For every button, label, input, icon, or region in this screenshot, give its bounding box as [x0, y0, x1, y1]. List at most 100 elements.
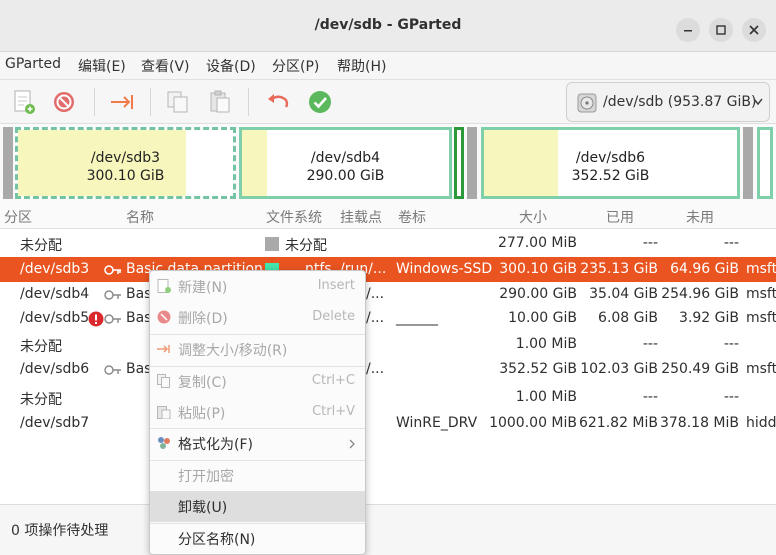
disk-map-unallocated[interactable] [743, 127, 753, 199]
disk-map-partition-sdb5[interactable] [454, 127, 464, 199]
partition-label: /dev/sdb4 290.00 GiB [306, 150, 385, 184]
cell-flags: msft [746, 261, 776, 277]
close-icon [749, 25, 759, 35]
cell-partition: /dev/sdb5 [20, 310, 90, 326]
table-row[interactable]: 未分配 未分配 277.00 MiB --- --- [0, 231, 776, 256]
context-menu: 新建(N) Insert 删除(D) Delete 调整大小/移动(R) 复制(… [149, 270, 366, 555]
menu-item-paste[interactable]: 粘贴(P) Ctrl+V [150, 397, 365, 428]
maximize-icon [716, 25, 726, 35]
resize-arrow-icon [157, 345, 170, 353]
title-bar: /dev/sdb - GParted [0, 0, 776, 52]
cell-partition: /dev/sdb4 [20, 286, 90, 302]
menu-view[interactable]: 查看(V) [141, 56, 190, 76]
column-header[interactable]: 分区 [4, 207, 32, 227]
cell-mountpoint: /... [366, 310, 385, 326]
delete-icon [54, 92, 74, 112]
table-row-selected[interactable]: /dev/sdb3 Basic data partition ntfs /run… [0, 257, 776, 282]
cell-unused: --- [723, 389, 739, 405]
maximize-button[interactable] [709, 18, 733, 42]
disk-map: /dev/sdb3 300.10 GiB /dev/sdb4 290.00 GiB … [0, 124, 776, 202]
menu-gparted[interactable]: GParted [5, 56, 61, 72]
toolbar-separator [150, 88, 151, 116]
cell-used: 621.82 MiB [578, 415, 658, 431]
cell-mountpoint: /... [366, 361, 385, 377]
column-header[interactable]: 文件系统 [266, 207, 322, 227]
menu-item-delete[interactable]: 删除(D) Delete [150, 302, 365, 333]
minimize-button[interactable] [676, 18, 700, 42]
table-header: 分区 名称 文件系统 挂载点 卷标 大小 已用 未用 [0, 202, 776, 229]
menu-help[interactable]: 帮助(H) [337, 56, 386, 76]
new-partition-button[interactable] [10, 88, 38, 116]
paste-icon [210, 90, 230, 113]
column-header[interactable]: 名称 [126, 207, 154, 227]
disk-map-partition-sdb3[interactable]: /dev/sdb3 300.10 GiB [15, 127, 236, 199]
device-selector[interactable]: /dev/sdb (953.87 GiB) [566, 82, 770, 122]
cell-flags: msft [746, 286, 776, 302]
new-document-icon [14, 90, 35, 114]
disk-map-partition-sdb4[interactable]: /dev/sdb4 290.00 GiB [239, 127, 452, 199]
table-row[interactable]: /dev/sdb4 Bas /... 290.00 GiB 35.04 GiB … [0, 282, 776, 307]
menu-item-open-encryption[interactable]: 打开加密 [150, 460, 365, 491]
undo-button[interactable] [264, 88, 292, 116]
cell-unused: 250.49 GiB [661, 361, 739, 377]
key-icon [104, 265, 121, 275]
menu-item-format-as[interactable]: 格式化为(F) [150, 428, 365, 459]
cell-flags: msft [746, 310, 776, 326]
cell-flags: msft [746, 361, 776, 377]
toolbar: /dev/sdb (953.87 GiB) [0, 80, 776, 124]
key-icon [104, 290, 121, 300]
menu-device[interactable]: 设备(D) [206, 56, 256, 76]
column-header[interactable]: 已用 [606, 207, 634, 227]
menu-item-resize-move[interactable]: 调整大小/移动(R) [150, 334, 365, 365]
disk-map-partition-sdb6[interactable]: /dev/sdb6 352.52 GiB [481, 127, 740, 199]
cell-used: --- [642, 336, 658, 352]
cell-unused: 378.18 MiB [659, 415, 739, 431]
error-icon [88, 311, 104, 327]
cell-mountpoint: /... [366, 286, 385, 302]
cell-size: 1.00 MiB [515, 389, 577, 405]
close-button[interactable] [742, 18, 766, 42]
cell-size: 290.00 GiB [499, 286, 577, 302]
paste-button[interactable] [206, 88, 234, 116]
cell-unused: 3.92 GiB [679, 310, 739, 326]
menu-item-copy[interactable]: 复制(C) Ctrl+C [150, 366, 365, 397]
table-row[interactable]: /dev/sdb6 Bas /... 352.52 GiB 102.03 GiB… [0, 357, 776, 382]
pending-operations-text: 0 项操作待处理 [11, 523, 109, 539]
cell-size: 277.00 MiB [497, 235, 577, 251]
menu-partition[interactable]: 分区(P) [272, 56, 319, 76]
menu-item-unmount[interactable]: 卸载(U) [150, 491, 365, 522]
table-row[interactable]: /dev/sdb7 WinRE_DRV 1000.00 MiB 621.82 M… [0, 411, 776, 436]
partition-label: /dev/sdb6 352.52 GiB [571, 150, 650, 184]
column-header[interactable]: 大小 [519, 207, 547, 227]
menu-edit[interactable]: 编辑(E) [78, 56, 126, 76]
disk-map-unallocated[interactable] [467, 127, 477, 199]
disk-map-unallocated[interactable] [3, 127, 13, 199]
paste-icon [157, 406, 171, 419]
column-header[interactable]: 挂载点 [340, 207, 382, 227]
table-row[interactable]: 未分配 1.00 MiB --- --- [0, 332, 776, 357]
disk-map-partition-sdb7[interactable] [757, 127, 773, 199]
cell-label: ______ [396, 310, 438, 326]
column-header[interactable]: 卷标 [398, 207, 426, 227]
device-label: /dev/sdb (953.87 GiB) [603, 94, 757, 110]
copy-button[interactable] [164, 88, 192, 116]
copy-icon [167, 91, 188, 113]
menu-item-partition-name[interactable]: 分区名称(N) [150, 523, 365, 554]
apply-button[interactable] [306, 88, 334, 116]
column-header[interactable]: 未用 [686, 207, 714, 227]
toolbar-separator [94, 88, 95, 116]
cell-used: 6.08 GiB [598, 310, 658, 326]
table-row[interactable]: 未分配 1.00 MiB --- --- [0, 385, 776, 410]
chevron-down-icon [753, 98, 763, 106]
menu-item-new[interactable]: 新建(N) Insert [150, 271, 365, 302]
cell-label: Windows-SSD [396, 261, 493, 277]
cell-used: 102.03 GiB [580, 361, 658, 377]
delete-button[interactable] [50, 88, 78, 116]
table-row[interactable]: /dev/sdb5 Bas /... ______ 10.00 GiB 6.08… [0, 306, 776, 331]
menu-bar: GParted 编辑(E) 查看(V) 设备(D) 分区(P) 帮助(H) [0, 52, 776, 80]
resize-move-button[interactable] [108, 88, 136, 116]
cell-size: 1000.00 MiB [489, 415, 577, 431]
cell-partition: /dev/sdb7 [20, 415, 90, 431]
window-title: /dev/sdb - GParted [314, 17, 462, 33]
format-icon [158, 437, 170, 449]
